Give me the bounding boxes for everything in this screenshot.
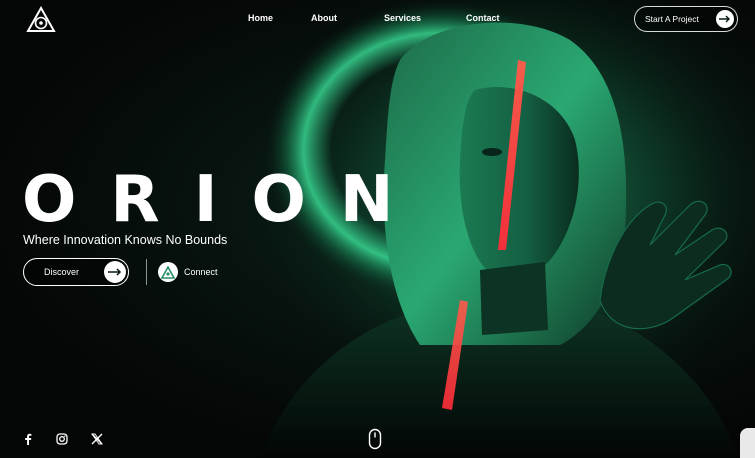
hero-title: ORION bbox=[22, 163, 428, 237]
x-twitter-icon[interactable] bbox=[90, 432, 104, 446]
start-project-label: Start A Project bbox=[645, 14, 699, 24]
nav-about[interactable]: About bbox=[311, 13, 337, 23]
arrow-right-icon bbox=[104, 261, 126, 283]
connect-label: Connect bbox=[184, 267, 218, 277]
landing-page: Home About Services Contact Start A Proj… bbox=[0, 0, 755, 458]
connect-link[interactable]: Connect bbox=[158, 261, 218, 283]
triangle-logo-icon bbox=[158, 262, 178, 282]
discover-label: Discover bbox=[44, 267, 80, 277]
corner-tab bbox=[740, 428, 755, 458]
triangle-logo-icon[interactable] bbox=[25, 5, 57, 35]
nav-services[interactable]: Services bbox=[384, 13, 421, 23]
facebook-icon[interactable] bbox=[21, 432, 35, 446]
nav-contact[interactable]: Contact bbox=[466, 13, 500, 23]
nav-home[interactable]: Home bbox=[248, 13, 273, 23]
divider bbox=[146, 259, 147, 285]
instagram-icon[interactable] bbox=[55, 432, 69, 446]
mouse-scroll-icon[interactable] bbox=[368, 428, 382, 450]
arrow-right-icon bbox=[716, 10, 734, 28]
discover-button[interactable]: Discover bbox=[23, 258, 129, 286]
hero-subtitle: Where Innovation Knows No Bounds bbox=[23, 233, 228, 247]
start-project-button[interactable]: Start A Project bbox=[634, 6, 738, 32]
